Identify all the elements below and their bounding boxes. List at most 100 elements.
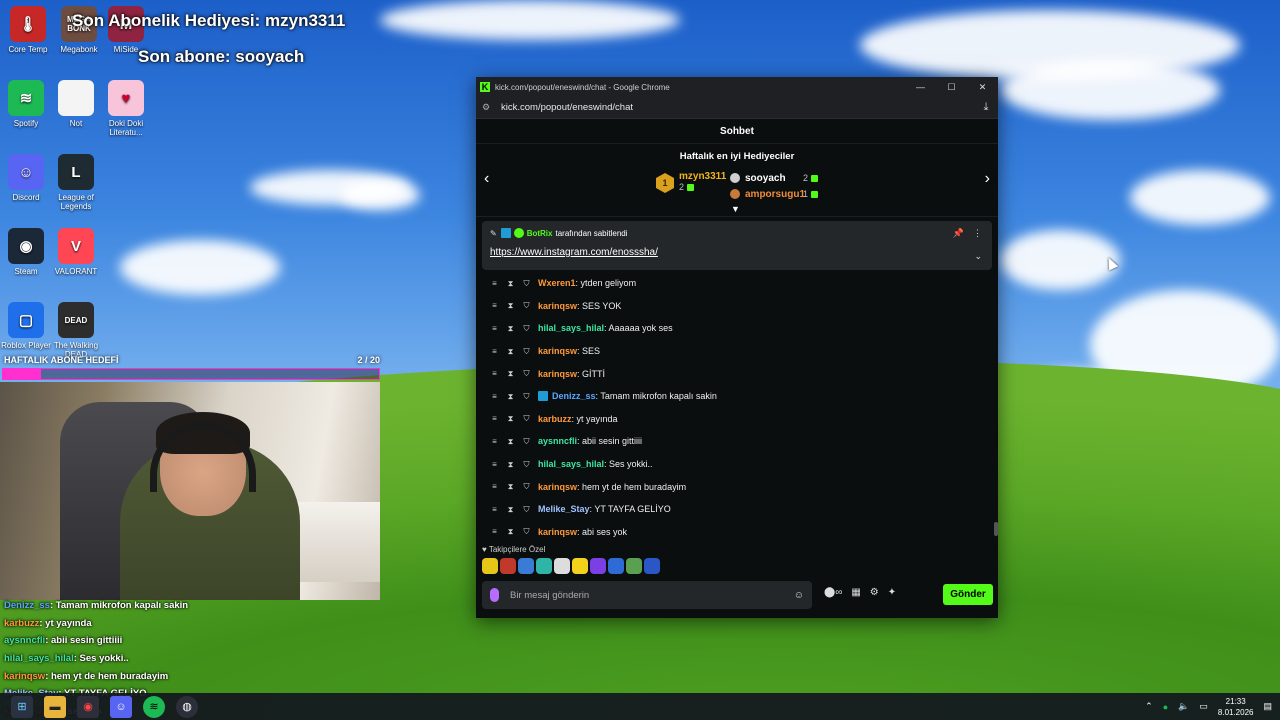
mod-menu-icon[interactable]: ≡ — [490, 392, 499, 401]
mod-menu-icon[interactable]: ≡ — [490, 347, 499, 356]
mod-menu-icon[interactable]: ≡ — [490, 482, 499, 491]
desktop-icon[interactable]: V VALORANT — [50, 228, 102, 276]
emote-icon[interactable] — [536, 558, 552, 574]
timeout-icon[interactable]: ⧗ — [506, 437, 515, 446]
chat-username[interactable]: karbuzz — [538, 414, 572, 424]
chat-username[interactable]: hilal_says_hilal — [538, 323, 604, 333]
chat-message[interactable]: ≡ ⧗ ⛉ hilal_says_hilal: Aaaaaa yok ses — [476, 317, 992, 340]
ban-shield-icon[interactable]: ⛉ — [522, 347, 531, 356]
timeout-icon[interactable]: ⧗ — [506, 392, 515, 401]
network-icon[interactable]: ▭ — [1199, 701, 1208, 712]
chevron-down-icon[interactable]: ⌄ — [974, 251, 982, 262]
pinned-by-user[interactable]: BotRix — [527, 229, 553, 238]
url-text[interactable]: kick.com/popout/eneswind/chat — [501, 102, 974, 113]
chat-username[interactable]: Denizz_ss — [552, 391, 596, 401]
chat-username[interactable]: karinqsw — [538, 482, 577, 492]
chat-message[interactable]: ≡ ⧗ ⛉ karinqsw: SES YOK — [476, 295, 992, 318]
notification-icon[interactable]: ▤ — [1263, 701, 1272, 712]
chat-message[interactable]: ≡ ⧗ ⛉ hilal_says_hilal: Ses yokki.. — [476, 453, 992, 476]
desktop-icon[interactable]: ▢ Roblox Player — [0, 302, 52, 350]
timeout-icon[interactable]: ⧗ — [506, 324, 515, 333]
mod-menu-icon[interactable]: ≡ — [490, 460, 499, 469]
settings-icon[interactable]: ⚙ — [870, 587, 879, 598]
emote-icon[interactable] — [644, 558, 660, 574]
puzzle-icon[interactable]: ✦ — [888, 587, 896, 598]
timeout-icon[interactable]: ⧗ — [506, 482, 515, 491]
chat-message[interactable]: ≡ ⧗ ⛉ Wxeren1: ytden geliyom — [476, 272, 992, 295]
ban-shield-icon[interactable]: ⛉ — [522, 279, 531, 288]
mod-menu-icon[interactable]: ≡ — [490, 437, 499, 446]
chat-username[interactable]: Melike_Stay — [538, 504, 590, 514]
chat-message[interactable]: ≡ ⧗ ⛉ aysnncfli: abii sesin gittiiii — [476, 430, 992, 453]
chat-username[interactable]: Wxeren1 — [538, 278, 576, 288]
desktop-icon[interactable]: 🌡 Core Temp — [2, 6, 54, 54]
chat-message[interactable]: ≡ ⧗ ⛉ karinqsw: SES — [476, 340, 992, 363]
chat-username[interactable]: aysnncfli — [538, 436, 577, 446]
ban-shield-icon[interactable]: ⛉ — [522, 437, 531, 446]
mod-menu-icon[interactable]: ≡ — [490, 301, 499, 310]
maximize-icon[interactable]: ☐ — [936, 82, 967, 93]
emote-icon[interactable] — [500, 558, 516, 574]
desktop-icon[interactable]: ♥ Doki Doki Literatu... — [100, 80, 152, 137]
emote-icon[interactable] — [626, 558, 642, 574]
gifter-row[interactable]: amporsugu1 1 — [730, 186, 819, 202]
chevron-right-icon[interactable]: › — [985, 170, 990, 188]
spotify-tray-icon[interactable]: ● — [1163, 702, 1168, 712]
chat-message[interactable]: ≡ ⧗ ⛉ karinqsw: abi ses yok — [476, 521, 992, 542]
volume-icon[interactable]: 🔈 — [1178, 701, 1189, 712]
timeout-icon[interactable]: ⧗ — [506, 279, 515, 288]
chat-username[interactable]: karinqsw — [538, 301, 577, 311]
chat-message[interactable]: ≡ ⧗ ⛉ karinqsw: hem yt de hem buradayim — [476, 475, 992, 498]
ban-shield-icon[interactable]: ⛉ — [522, 324, 531, 333]
emote-icon[interactable] — [518, 558, 534, 574]
kicks-icon[interactable]: ⬤∞ — [824, 587, 842, 598]
site-settings-icon[interactable]: ⚙ — [482, 102, 496, 113]
timeout-icon[interactable]: ⧗ — [506, 369, 515, 378]
mod-menu-icon[interactable]: ≡ — [490, 279, 499, 288]
ban-shield-icon[interactable]: ⛉ — [522, 527, 531, 536]
chevron-left-icon[interactable]: ‹ — [484, 170, 489, 188]
emote-icon[interactable] — [608, 558, 624, 574]
emote-icon[interactable] — [482, 558, 498, 574]
start-icon[interactable]: ⊞ — [11, 695, 33, 718]
timeout-icon[interactable]: ⧗ — [506, 460, 515, 469]
ban-shield-icon[interactable]: ⛉ — [522, 301, 531, 310]
ban-shield-icon[interactable]: ⛉ — [522, 369, 531, 378]
obs-icon[interactable]: ◍ — [176, 695, 198, 718]
desktop-icon[interactable]: L League of Legends — [50, 154, 102, 211]
timeout-icon[interactable]: ⧗ — [506, 414, 515, 423]
spotify-taskbar-icon[interactable]: ≋ — [143, 695, 165, 718]
desktop-icon[interactable]: ◉ Steam — [0, 228, 52, 276]
store-icon[interactable]: ▦ — [851, 587, 860, 598]
close-icon[interactable]: ✕ — [967, 82, 998, 93]
emote-icon[interactable] — [572, 558, 588, 574]
chat-username[interactable]: karinqsw — [538, 527, 577, 537]
chrome-icon[interactable]: ◉ — [77, 695, 99, 718]
mod-menu-icon[interactable]: ≡ — [490, 505, 499, 514]
ban-shield-icon[interactable]: ⛉ — [522, 505, 531, 514]
send-button[interactable]: Gönder — [943, 584, 993, 605]
timeout-icon[interactable]: ⧗ — [506, 527, 515, 536]
mod-menu-icon[interactable]: ≡ — [490, 414, 499, 423]
desktop-icon[interactable]: ☺ Discord — [0, 154, 52, 202]
chat-username[interactable]: karinqsw — [538, 346, 577, 356]
ban-shield-icon[interactable]: ⛉ — [522, 460, 531, 469]
timeout-icon[interactable]: ⧗ — [506, 301, 515, 310]
gifter-row[interactable]: sooyach 2 — [730, 170, 819, 186]
chat-message[interactable]: ≡ ⧗ ⛉ karinqsw: GİTTİ — [476, 362, 992, 385]
more-options-icon[interactable]: ⋮ — [973, 228, 982, 239]
message-input[interactable] — [510, 589, 794, 601]
mod-menu-icon[interactable]: ≡ — [490, 369, 499, 378]
desktop-icon[interactable]: Not — [50, 80, 102, 128]
ban-shield-icon[interactable]: ⛉ — [522, 482, 531, 491]
tray-overflow-icon[interactable]: ⌃ — [1145, 701, 1153, 712]
chat-username[interactable]: hilal_says_hilal — [538, 459, 604, 469]
chat-message[interactable]: ≡ ⧗ ⛉ karbuzz: yt yayında — [476, 408, 992, 431]
chat-message[interactable]: ≡ ⧗ ⛉ Denizz_ss: Tamam mikrofon kapalı saki… — [476, 385, 992, 408]
desktop-icon[interactable]: DEAD The Walking DEAD — [50, 302, 102, 359]
timeout-icon[interactable]: ⧗ — [506, 347, 515, 356]
microphone-icon[interactable] — [490, 588, 499, 602]
collapse-icon[interactable]: ▼ — [731, 204, 740, 214]
timeout-icon[interactable]: ⧗ — [506, 505, 515, 514]
clock[interactable]: 21:33 8.01.2026 — [1218, 696, 1254, 718]
